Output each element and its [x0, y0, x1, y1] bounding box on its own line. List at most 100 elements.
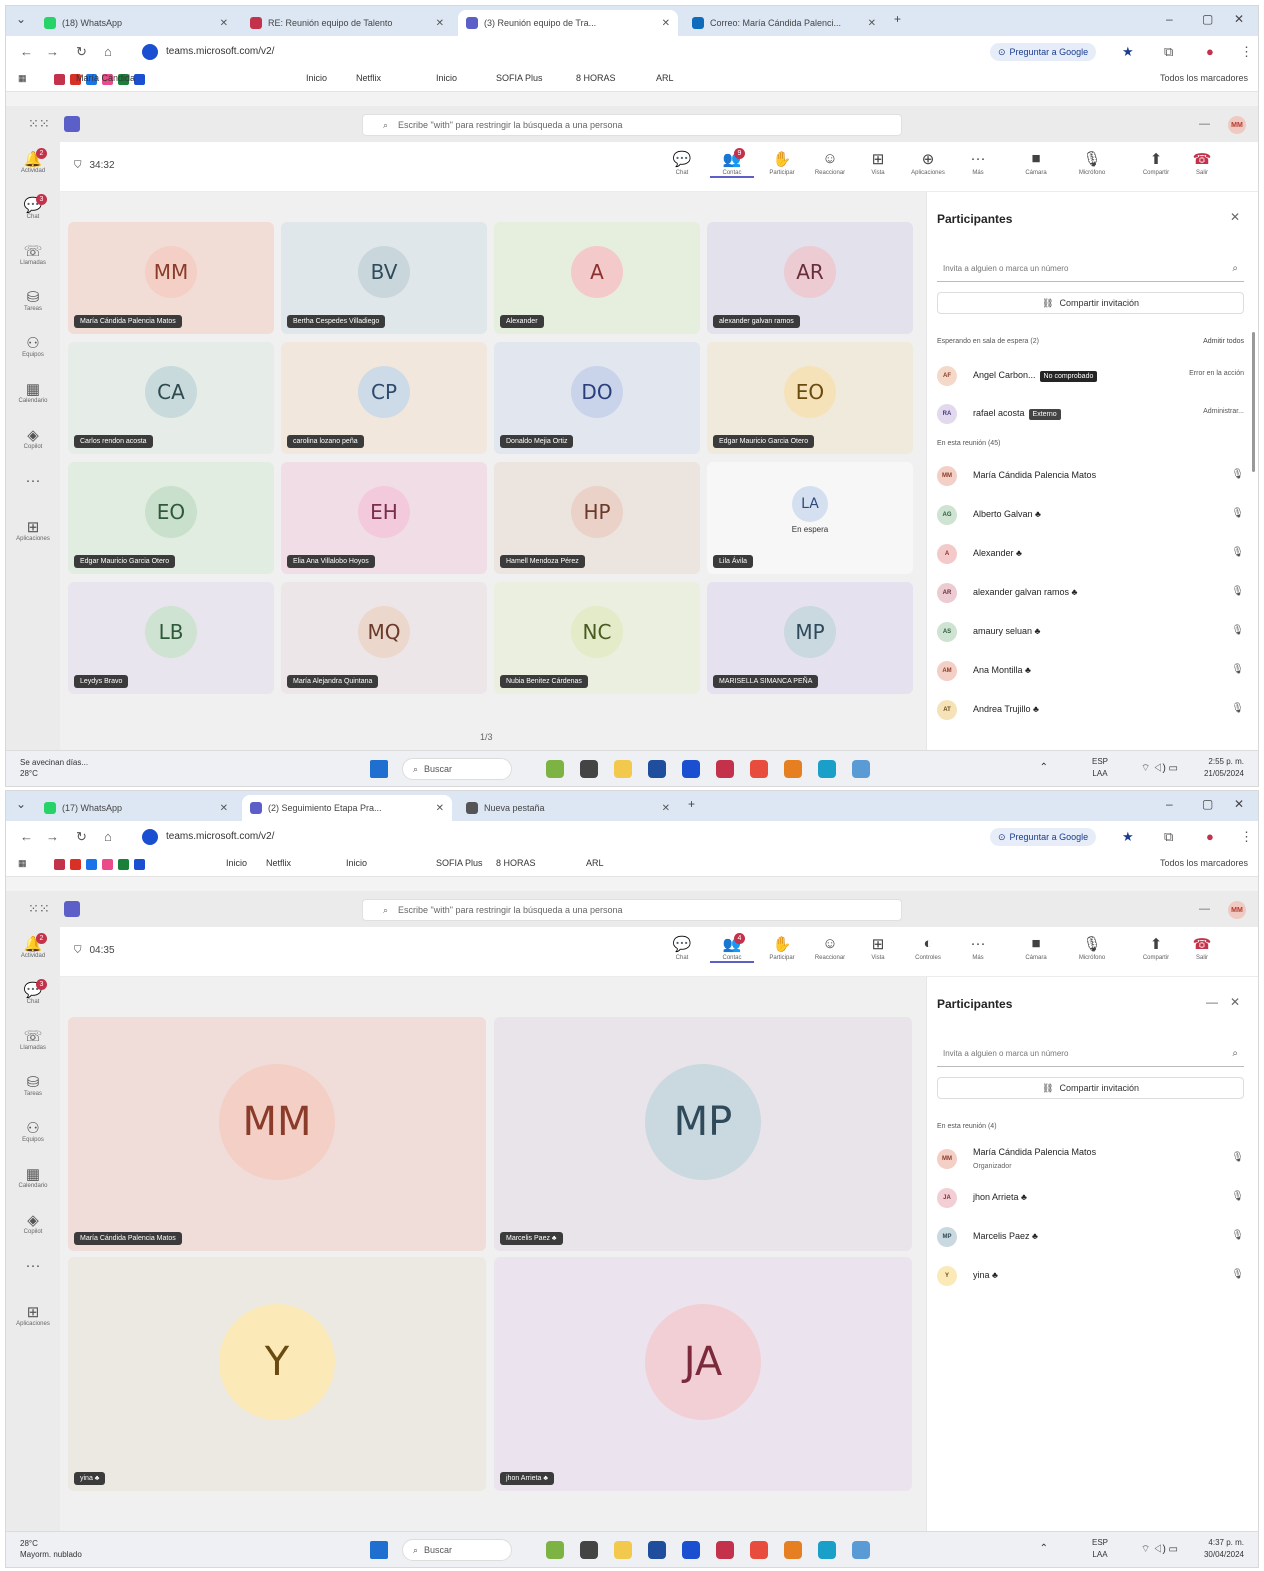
participant-row[interactable]: AM Ana Montilla ♣ 🎙	[937, 655, 1244, 685]
new-tab-icon[interactable]: +	[688, 797, 695, 811]
rail-item[interactable]: 🔔 Actividad 2	[6, 933, 60, 959]
participant-tile[interactable]: MM María Cándida Palencia Matos	[68, 1017, 486, 1251]
tab-close-icon[interactable]: ✕	[436, 803, 444, 814]
bookmark-item[interactable]: Inicio	[226, 858, 247, 868]
back-icon[interactable]: ←	[20, 829, 33, 844]
more-options-icon[interactable]: —	[1199, 118, 1210, 130]
rail-item[interactable]: 🔔 Actividad 2	[6, 148, 60, 174]
tab-search-icon[interactable]: ⌄	[16, 12, 26, 26]
rail-item[interactable]: 💬 Chat 3	[6, 194, 60, 220]
clock[interactable]: 4:37 p. m. 30/04/2024	[1204, 1537, 1244, 1561]
apps-grid-icon[interactable]: ▦	[18, 858, 27, 869]
outlook-icon[interactable]	[682, 760, 700, 778]
toolbar-button[interactable]: ··· Más	[956, 150, 1000, 176]
app-launcher-icon[interactable]: ⁙⁙	[28, 116, 50, 132]
task-view-icon[interactable]	[580, 760, 598, 778]
meeting-section-header[interactable]: En esta reunión (45)	[937, 440, 1000, 447]
lobby-participant-row[interactable]: AF Angel Carbon... No comprobado Error en l…	[937, 360, 1244, 390]
lobby-participant-row[interactable]: RA rafael acosta Externo Administrar...	[937, 398, 1244, 428]
edge-icon[interactable]	[818, 760, 836, 778]
toolbar-button[interactable]: ⊕ Aplicaciones	[906, 150, 950, 176]
share-invitation-button[interactable]: ⛓ Compartir invitación	[937, 1077, 1244, 1099]
rail-item[interactable]: ⛁ Tareas	[6, 1073, 60, 1097]
widget-icon[interactable]	[546, 1541, 564, 1559]
minimize-icon[interactable]: –	[1166, 12, 1173, 26]
mic-muted-icon[interactable]: 🎙	[1231, 1191, 1244, 1202]
toolbar-button[interactable]: ■ Cámara	[1014, 150, 1058, 176]
mic-muted-icon[interactable]: 🎙	[1231, 508, 1244, 519]
maximize-icon[interactable]: ▢	[1202, 797, 1213, 811]
new-tab-icon[interactable]: +	[894, 12, 901, 26]
mic-muted-icon[interactable]: 🎙	[1231, 703, 1244, 714]
home-icon[interactable]: ⌂	[104, 44, 112, 59]
ask-google-button[interactable]: ⊙ Preguntar a Google	[990, 43, 1097, 61]
participant-row[interactable]: JA jhon Arrieta ♣ 🎙	[937, 1182, 1244, 1212]
close-panel-icon[interactable]: ✕	[1230, 995, 1240, 1009]
store-icon[interactable]	[648, 760, 666, 778]
url-field[interactable]: teams.microsoft.com/v2/	[166, 46, 274, 57]
rail-item[interactable]: ☏ Llamadas	[6, 1027, 60, 1051]
teams-search-input[interactable]: ⌕ Escribe "with" para restringir la búsqu…	[362, 899, 902, 921]
participant-row[interactable]: AT Andrea Trujillo ♣ 🎙	[937, 694, 1244, 724]
participant-tile[interactable]: JA jhon Arrieta ♣	[494, 1257, 912, 1491]
widget-icon[interactable]	[546, 760, 564, 778]
mic-muted-icon[interactable]: 🎙	[1231, 664, 1244, 675]
reload-icon[interactable]: ↻	[76, 44, 87, 60]
bookmark-item[interactable]: Netflix	[356, 73, 381, 83]
all-bookmarks-link[interactable]: Todos los marcadores	[1160, 73, 1248, 83]
participant-tile[interactable]: MQ María Alejandra Quintana	[281, 582, 487, 694]
invite-search-input[interactable]: Invita a alguien o marca un número ⌕	[937, 1043, 1244, 1067]
weather-widget[interactable]: Se avecinan días... 28°C	[20, 757, 88, 779]
bookmark-favicon-icon[interactable]	[134, 859, 145, 870]
toolbar-button[interactable]: 👥 Contac 4	[710, 933, 754, 963]
tab-close-icon[interactable]: ✕	[436, 18, 444, 29]
admit-all-button[interactable]: Admitir todos	[1203, 338, 1244, 345]
rail-item[interactable]: ⛁ Tareas	[6, 288, 60, 312]
windows-start-icon[interactable]	[370, 1541, 388, 1559]
participant-tile[interactable]: Yyina ♣	[68, 1257, 486, 1491]
office-icon[interactable]	[750, 1541, 768, 1559]
back-icon[interactable]: ←	[20, 44, 33, 59]
rail-item[interactable]: ☏ Llamadas	[6, 242, 60, 266]
teams-taskbar-icon[interactable]	[852, 1541, 870, 1559]
file-explorer-icon[interactable]	[614, 1541, 632, 1559]
participant-tile[interactable]: NC Nubia Benitez Cárdenas	[494, 582, 700, 694]
toolbar-button[interactable]: ◐ Controles	[906, 935, 950, 961]
participant-tile[interactable]: MM María Cándida Palencia Matos	[68, 222, 274, 334]
participant-row[interactable]: A Alexander ♣ 🎙	[937, 538, 1244, 568]
participant-tile[interactable]: EO Edgar Mauricio Garcia Otero	[68, 462, 274, 574]
minimize-panel-icon[interactable]: —	[1206, 995, 1218, 1009]
browser-tab[interactable]: (17) WhatsApp ✕	[36, 795, 236, 821]
panel-scrollbar[interactable]	[1252, 332, 1255, 472]
browser-tab[interactable]: (18) WhatsApp ✕	[36, 10, 236, 36]
participant-row[interactable]: MM María Cándida Palencia Matos 🎙	[937, 460, 1244, 490]
toolbar-button[interactable]: ✋ Participar	[760, 150, 804, 176]
office-icon[interactable]	[750, 760, 768, 778]
toolbar-button[interactable]: 💬 Chat	[660, 935, 704, 961]
rail-item[interactable]: ···	[6, 1257, 60, 1274]
toolbar-button[interactable]: ⬆ Compartir	[1134, 150, 1178, 176]
rail-item[interactable]: ⊞ Aplicaciones	[6, 1303, 60, 1327]
bookmark-item[interactable]: 8 HORAS	[496, 858, 536, 868]
participant-tile[interactable]: AR alexander galvan ramos	[707, 222, 913, 334]
toolbar-button[interactable]: ☺ Reaccionar	[808, 150, 852, 176]
rail-item[interactable]: ◈ Copilot	[6, 1211, 60, 1235]
bookmark-item[interactable]: ARL	[586, 858, 604, 868]
rail-item[interactable]: ···	[6, 472, 60, 489]
participant-tile[interactable]: DO Donaldo Mejia Ortiz	[494, 342, 700, 454]
chrome-icon[interactable]	[784, 760, 802, 778]
profile-icon[interactable]: ●	[1206, 44, 1214, 59]
url-field[interactable]: teams.microsoft.com/v2/	[166, 831, 274, 842]
row-action-text[interactable]: Error en la acción	[1189, 370, 1244, 377]
home-icon[interactable]: ⌂	[104, 829, 112, 844]
browser-tab[interactable]: (2) Seguimiento Etapa Pra... ✕	[242, 795, 452, 821]
toolbar-button[interactable]: ☺ Reaccionar	[808, 935, 852, 961]
tab-close-icon[interactable]: ✕	[868, 18, 876, 29]
store-icon[interactable]	[648, 1541, 666, 1559]
toolbar-button[interactable]: ⬆ Compartir	[1134, 935, 1178, 961]
rail-item[interactable]: ⚇ Equipos	[6, 334, 60, 358]
language-indicator[interactable]: ESP LAA	[1092, 756, 1108, 780]
participant-tile[interactable]: EO Edgar Mauricio Garcia Otero	[707, 342, 913, 454]
extensions-icon[interactable]: ⧉	[1164, 44, 1173, 60]
user-avatar[interactable]: MM	[1228, 116, 1246, 134]
